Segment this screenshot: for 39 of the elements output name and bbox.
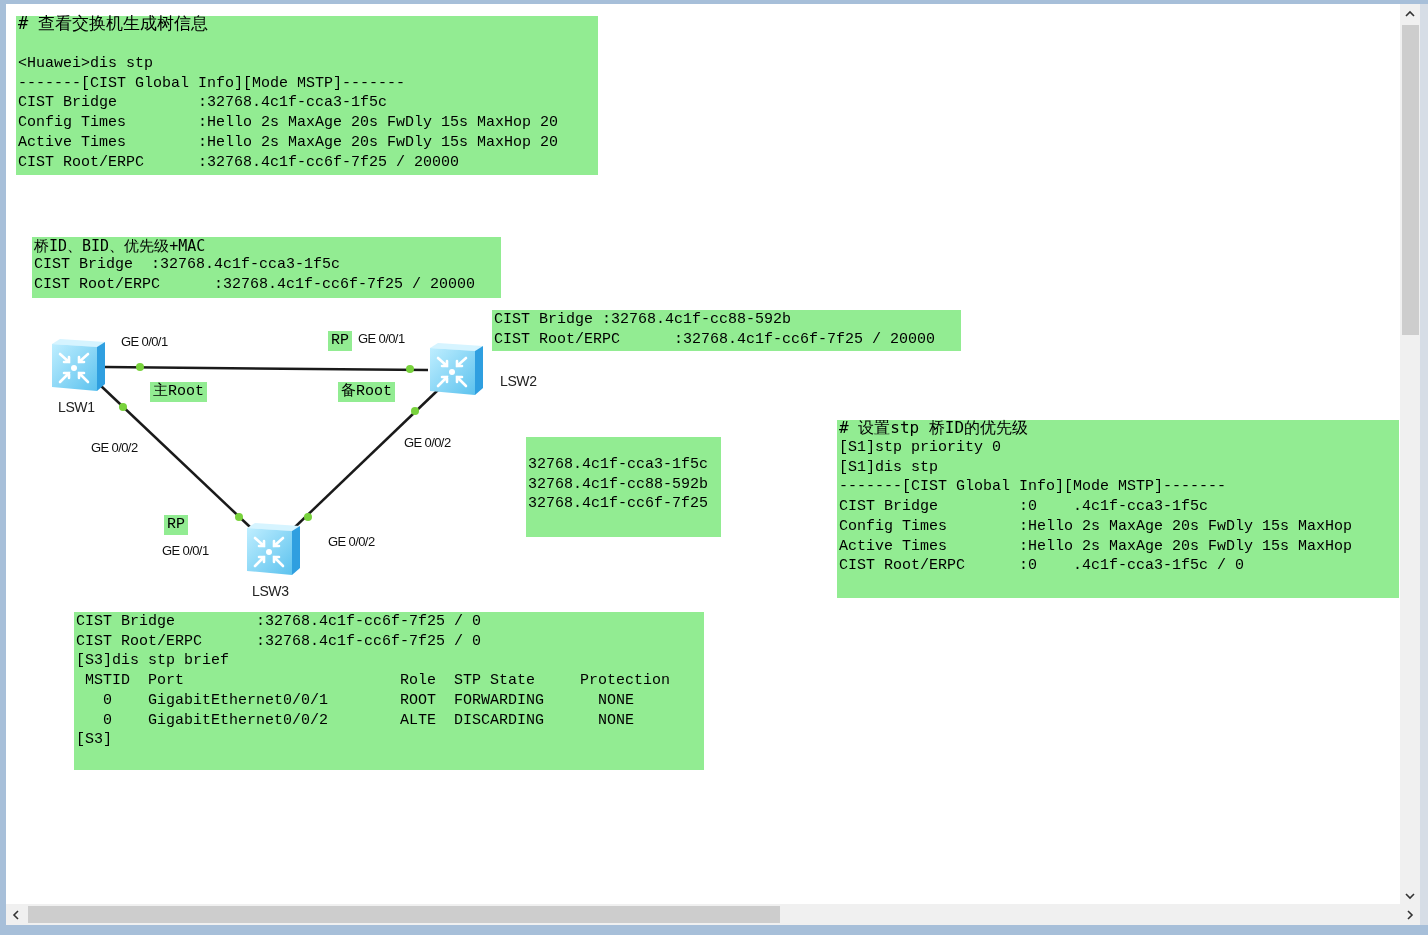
scroll-left-icon[interactable] [12,909,19,920]
vertical-scrollbar[interactable] [1400,4,1420,904]
role-tag: 主Root [150,382,207,402]
role-tag: RP [164,515,188,535]
port-label: GE 0/0/2 [404,435,451,450]
switch-icon[interactable] [50,338,106,392]
scroll-right-icon[interactable] [1407,909,1414,920]
port-label: GE 0/0/2 [328,534,375,549]
switch-icon[interactable] [428,342,484,396]
console-output: <Huawei>dis stp -------[CIST Global Info][Mode MSTP]------- CIST Bridge :32768.4c1f-cca3-1f5c Config Times :Hello 2s MaxAge 20s FwDly 15s MaxHop 20 Active Times :Hello 2s MaxAge 20s FwDly 15s MaxHop 20 CIST Root/ERPC :32768.4c1f-cc6f-7f25 / 20000 [17,54,560,173]
note-heading: 桥ID、BID、优先级+MAC [33,237,207,255]
port-label: GE 0/0/1 [162,543,209,558]
port-dot [411,407,419,415]
device-label: LSW3 [252,583,289,599]
scroll-up-icon[interactable] [1405,10,1415,17]
note-heading: # 设置stp 桥ID的优先级 [838,418,1030,438]
device-label: LSW1 [58,399,95,415]
console-output: 32768.4c1f-cca3-1f5c 32768.4c1f-cc88-592b 32768.4c1f-cc6f-7f25 [527,455,710,515]
role-tag: 备Root [338,382,395,402]
port-dot [119,403,127,411]
scrollbar-thumb[interactable] [1401,25,1419,335]
console-output: CIST Bridge :32768.4c1f-cca3-1f5c CIST Root/ERPC :32768.4c1f-cc6f-7f25 / 20000 [33,255,477,295]
role-tag: RP [328,331,352,351]
port-dot [136,363,144,371]
port-dot [235,513,243,521]
port-label: GE 0/0/2 [91,440,138,455]
scrollbar-thumb[interactable] [28,906,780,923]
console-output: CIST Bridge :32768.4c1f-cc88-592b CIST Root/ERPC :32768.4c1f-cc6f-7f25 / 20000 [493,310,937,350]
scroll-down-icon[interactable] [1405,893,1415,900]
port-dot [304,513,312,521]
switch-icon[interactable] [245,522,301,576]
note-heading: # 查看交换机生成树信息 [17,14,210,33]
port-label: GE 0/0/1 [121,334,168,349]
port-dot [406,365,414,373]
console-output: [S1]stp priority 0 [S1]dis stp -------[CIST Global Info][Mode MSTP]------- CIST Bridge :0 .4c1f-cca3-1f5c Config Times :Hello 2s MaxAge 20s FwDly 15s MaxHop Active Times :Hello 2s MaxAge 20s FwDly 15s MaxHop CIST Root/ERPC :0 .4c1f-cca3-1f5c / 0 [838,438,1354,576]
console-output: CIST Bridge :32768.4c1f-cc6f-7f25 / 0 CIST Root/ERPC :32768.4c1f-cc6f-7f25 / 0 [S3]dis stp brief MSTID Port Role STP State Protection 0 GigabitEthernet0/0/1 ROOT FORWARDING NONE 0 GigabitEthernet0/0/2 ALTE DISCARDING NONE [S3] [75,612,672,750]
port-label: GE 0/0/1 [358,331,405,346]
horizontal-scrollbar[interactable] [6,904,1420,925]
device-label: LSW2 [500,373,537,389]
